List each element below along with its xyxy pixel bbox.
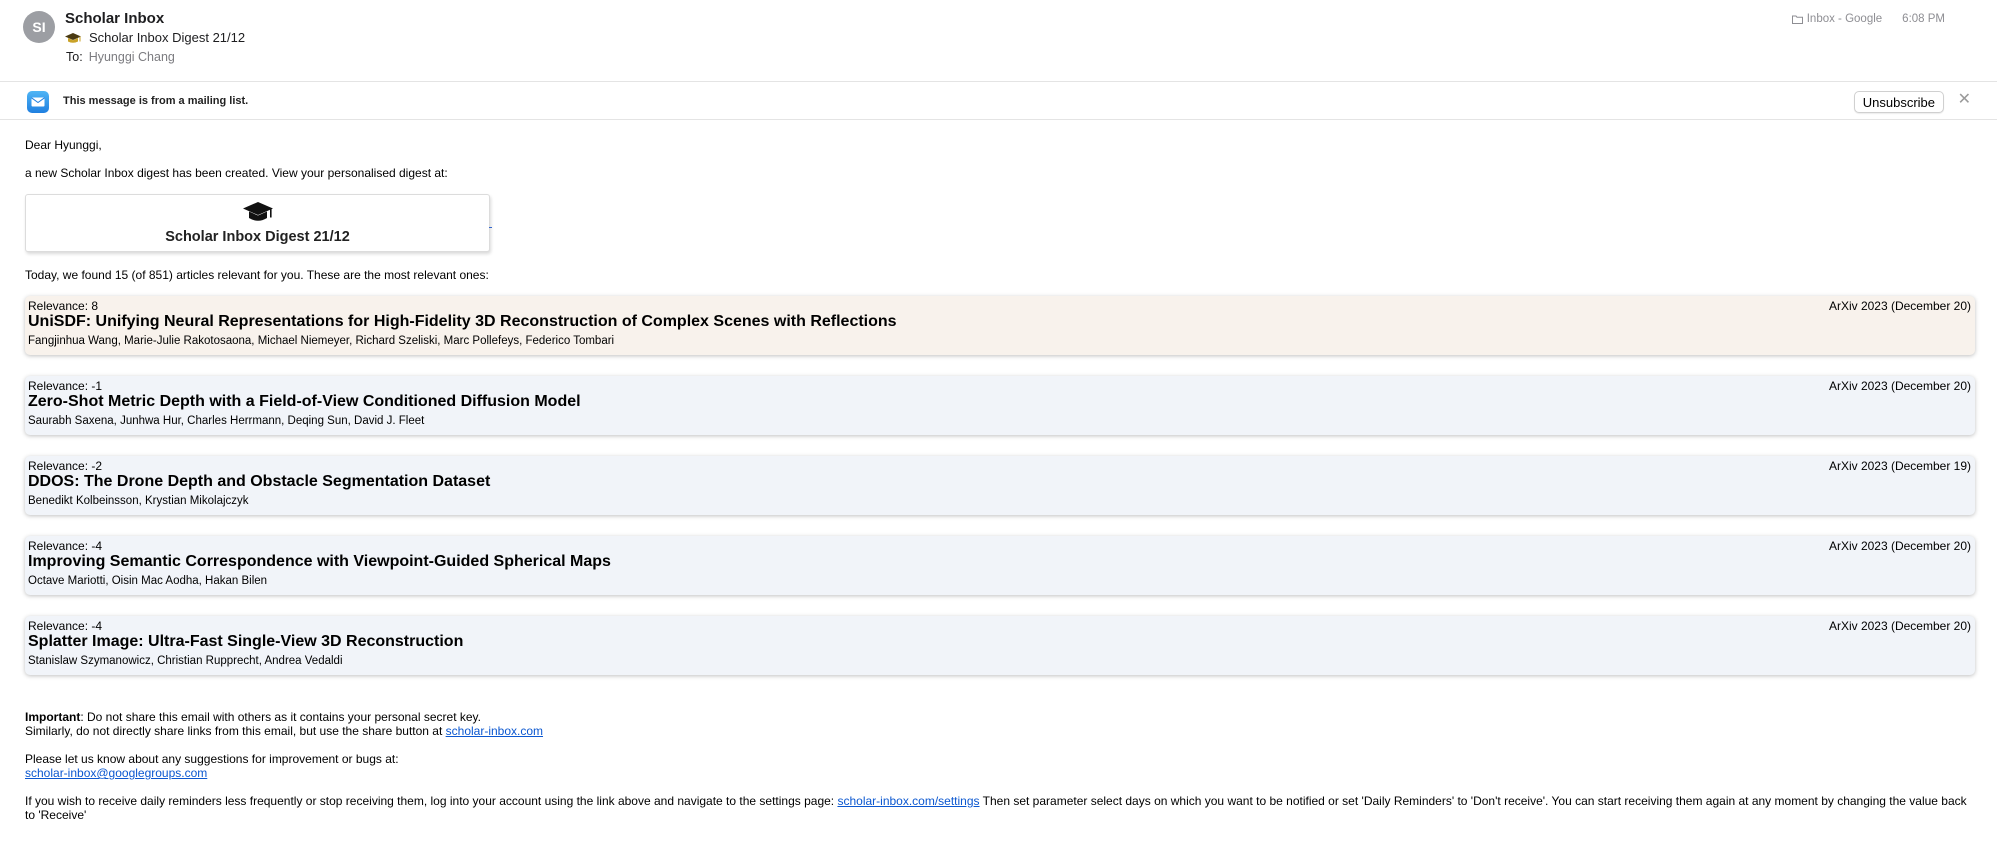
article-authors: Benedikt Kolbeinsson, Krystian Mikolajcz…: [28, 495, 249, 507]
important-text: : Do not share this email with others as…: [80, 710, 481, 724]
article-authors: Saurabh Saxena, Junhwa Hur, Charles Herr…: [28, 415, 425, 427]
mail-icon: [27, 91, 49, 113]
article-title[interactable]: Zero-Shot Metric Depth with a Field-of-V…: [28, 393, 581, 411]
article-date: ArXiv 2023 (December 20): [1828, 299, 1971, 313]
intro-text: a new Scholar Inbox digest has been crea…: [25, 166, 448, 180]
relevance-score: Relevance: -4: [28, 539, 103, 553]
share-text: Similarly, do not directly share links f…: [25, 724, 446, 738]
close-icon[interactable]: ✕: [1958, 92, 1971, 108]
article-card[interactable]: Relevance: -1 ArXiv 2023 (December 20) Z…: [25, 376, 1975, 435]
relevance-score: Relevance: -2: [28, 459, 103, 473]
mailbox-label[interactable]: Inbox - Google: [1807, 13, 1882, 25]
recipient-line: To: Hyunggi Chang: [66, 50, 175, 64]
greeting: Dear Hyunggi,: [25, 138, 102, 152]
reminder-notice: If you wish to receive daily reminders l…: [25, 794, 1975, 822]
article-title[interactable]: Improving Semantic Correspondence with V…: [28, 553, 611, 571]
mailing-list-banner: This message is from a mailing list. Uns…: [0, 82, 1997, 120]
article-card[interactable]: Relevance: 8 ArXiv 2023 (December 20) Un…: [25, 296, 1975, 355]
article-card[interactable]: Relevance: -4 ArXiv 2023 (December 20) S…: [25, 616, 1975, 675]
settings-link[interactable]: scholar-inbox.com/settings: [837, 794, 979, 808]
message-subject: Scholar Inbox Digest 21/12: [65, 30, 245, 45]
suggest-text: Please let us know about any suggestions…: [25, 752, 399, 766]
article-title[interactable]: DDOS: The Drone Depth and Obstacle Segme…: [28, 473, 490, 491]
message-header: SI Scholar Inbox Scholar Inbox Digest 21…: [0, 0, 1997, 82]
to-label: To:: [66, 50, 83, 64]
article-authors: Fangjinhua Wang, Marie-Julie Rakotosaona…: [28, 335, 615, 347]
share-link[interactable]: scholar-inbox.com: [446, 724, 543, 738]
suggest-email-link[interactable]: scholar-inbox@googlegroups.com: [25, 766, 207, 780]
recipient-name[interactable]: Hyunggi Chang: [89, 50, 175, 64]
important-label: Important: [25, 710, 81, 724]
sender-avatar: SI: [23, 11, 55, 43]
article-card[interactable]: Relevance: -2 ArXiv 2023 (December 19) D…: [25, 456, 1975, 515]
relevance-score: Relevance: -1: [28, 379, 103, 393]
digest-link-label: Scholar Inbox Digest 21/12: [165, 229, 350, 245]
mailing-list-notice: This message is from a mailing list.: [63, 95, 249, 107]
unsubscribe-button[interactable]: Unsubscribe: [1853, 91, 1944, 113]
subject-text: Scholar Inbox Digest 21/12: [89, 30, 246, 45]
folder-icon: [1791, 15, 1803, 24]
article-date: ArXiv 2023 (December 20): [1828, 379, 1971, 393]
message-meta: Inbox - Google 6:08 PM: [1791, 13, 1945, 25]
important-notice: Important: Do not share this email with …: [25, 710, 543, 738]
article-authors: Octave Mariotti, Oisin Mac Aodha, Hakan …: [28, 575, 268, 587]
message-time: 6:08 PM: [1902, 13, 1945, 25]
reminder-text: If you wish to receive daily reminders l…: [25, 794, 838, 808]
article-list: Relevance: 8 ArXiv 2023 (December 20) Un…: [25, 296, 1975, 696]
digest-link-button[interactable]: Scholar Inbox Digest 21/12: [25, 194, 490, 252]
relevance-score: Relevance: 8: [28, 299, 99, 313]
article-date: ArXiv 2023 (December 19): [1828, 459, 1971, 473]
article-date: ArXiv 2023 (December 20): [1828, 619, 1971, 633]
article-authors: Stanislaw Szymanowicz, Christian Rupprec…: [28, 655, 343, 667]
suggestions-notice: Please let us know about any suggestions…: [25, 752, 399, 780]
graduation-cap-icon: [65, 32, 81, 43]
article-title[interactable]: UniSDF: Unifying Neural Representations …: [28, 313, 897, 331]
article-card[interactable]: Relevance: -4 ArXiv 2023 (December 20) I…: [25, 536, 1975, 595]
results-summary: Today, we found 15 (of 851) articles rel…: [25, 268, 489, 282]
relevance-score: Relevance: -4: [28, 619, 103, 633]
sender-name[interactable]: Scholar Inbox: [65, 10, 164, 27]
graduation-cap-icon: [242, 202, 273, 221]
article-title[interactable]: Splatter Image: Ultra-Fast Single-View 3…: [28, 633, 463, 651]
link-underline: [489, 227, 492, 228]
article-date: ArXiv 2023 (December 20): [1828, 539, 1971, 553]
